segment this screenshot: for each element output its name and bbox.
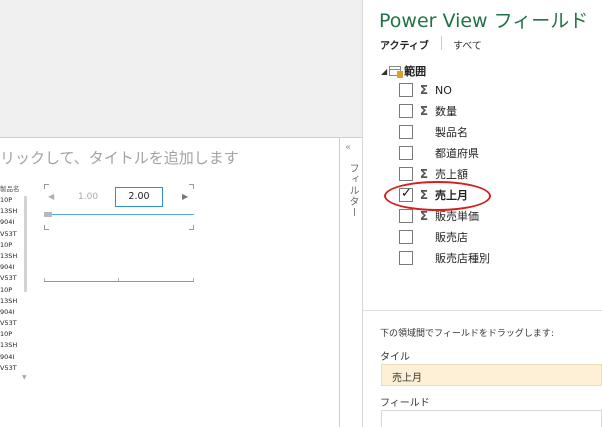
filter-pane[interactable]: « フィルター <box>340 137 362 427</box>
tile-field[interactable]: 売上月 <box>392 369 422 384</box>
drag-instruction: 下の領域間でフィールドをドラッグします: <box>380 329 554 339</box>
table-row[interactable]: 904I <box>0 262 34 273</box>
previous-value: 1.00 <box>78 192 99 202</box>
sigma-icon: Σ <box>419 209 429 223</box>
previous-arrow-icon[interactable]: ◀ <box>48 192 54 201</box>
axis-tick <box>44 278 45 281</box>
tab-active[interactable]: アクティブ <box>380 37 429 52</box>
table-row[interactable]: 13SH <box>0 296 34 307</box>
filter-label[interactable]: フィルター <box>342 163 360 218</box>
play-axis-line[interactable] <box>44 281 194 282</box>
axis-tick <box>193 278 194 281</box>
tile-area-label: タイル <box>380 352 410 363</box>
field-label: 数量 <box>435 105 457 118</box>
tab-divider <box>441 36 442 50</box>
table-row[interactable]: 13SH <box>0 251 34 262</box>
table-row[interactable]: V53T <box>0 363 34 374</box>
table-row[interactable]: 10P <box>0 195 34 206</box>
field-row[interactable]: 製品名 <box>399 122 468 142</box>
table-row[interactable]: 10P <box>0 240 34 251</box>
field-label: 売上額 <box>435 168 468 181</box>
field-row[interactable]: 販売店種別 <box>399 248 490 268</box>
table-row[interactable]: 10P <box>0 285 34 296</box>
field-checkbox[interactable] <box>399 104 413 118</box>
corner-handle[interactable] <box>44 184 49 189</box>
field-drop-area[interactable] <box>381 410 602 427</box>
sigma-icon: Σ <box>419 167 429 181</box>
field-row[interactable]: 都道府県 <box>399 143 479 163</box>
field-row[interactable]: 販売店 <box>399 227 468 247</box>
field-label: 販売店種別 <box>435 252 490 265</box>
field-checkbox[interactable] <box>399 209 413 223</box>
field-checkbox[interactable] <box>399 167 413 181</box>
report-sheet[interactable]: リックして、タイトルを追加します 製品名 10P 13SH 904I V53T 10P 1… <box>0 137 340 427</box>
table-row[interactable]: 10P <box>0 329 34 340</box>
table-row[interactable]: 13SH <box>0 340 34 351</box>
panel-divider <box>363 310 602 311</box>
table-row[interactable]: 13SH <box>0 206 34 217</box>
corner-handle[interactable] <box>44 225 49 230</box>
tile-drop-area[interactable]: 売上月 <box>381 364 602 386</box>
field-checkbox[interactable] <box>399 83 413 97</box>
next-arrow-icon[interactable]: ▶ <box>182 192 188 201</box>
highlight-ellipse <box>384 181 491 211</box>
expand-triangle-icon[interactable]: ◢ <box>381 67 387 76</box>
table-scrollbar[interactable] <box>24 196 27 292</box>
table-icon <box>389 66 404 78</box>
timeline-slicer[interactable]: ◀ 1.00 2.00 ▶ <box>44 184 194 284</box>
field-row[interactable]: Σ NO <box>399 80 452 100</box>
table-header: 製品名 <box>0 185 20 193</box>
field-list-panel: Power View フィールド アクティブ すべて ◢ 範囲 Σ NO Σ 数量製品… <box>363 0 602 427</box>
field-checkbox[interactable] <box>399 230 413 244</box>
field-label: 製品名 <box>435 126 468 139</box>
panel-title: Power View フィールド <box>379 10 589 32</box>
field-checkbox[interactable] <box>399 146 413 160</box>
field-label: 販売店 <box>435 231 468 244</box>
table-row[interactable]: V53T <box>0 229 34 240</box>
table-node-range[interactable]: ◢ 範囲 <box>381 64 426 78</box>
tab-all[interactable]: すべて <box>453 37 482 52</box>
field-label: 都道府県 <box>435 147 479 160</box>
corner-handle[interactable] <box>189 225 194 230</box>
axis-tick <box>118 278 119 281</box>
sigma-icon: Σ <box>419 83 429 97</box>
title-placeholder[interactable]: リックして、タイトルを追加します <box>0 147 239 168</box>
field-area-label: フィールド <box>380 398 430 409</box>
table-row[interactable]: 904I <box>0 217 34 228</box>
collapse-chevron-icon[interactable]: « <box>345 142 351 153</box>
product-table[interactable]: 製品名 10P 13SH 904I V53T 10P 13SH 904I V53T 10P 13S… <box>0 184 34 374</box>
table-row[interactable]: V53T <box>0 273 34 284</box>
timeline-track[interactable] <box>44 214 194 215</box>
field-checkbox[interactable] <box>399 125 413 139</box>
field-row[interactable]: Σ 数量 <box>399 101 457 121</box>
timeline-handle[interactable] <box>44 212 52 217</box>
power-view-window: リックして、タイトルを追加します 製品名 10P 13SH 904I V53T 10P 1… <box>0 0 602 427</box>
table-row[interactable]: 904I <box>0 352 34 363</box>
scroll-down-icon[interactable]: ▼ <box>22 374 27 381</box>
field-label: NO <box>435 83 452 97</box>
table-row[interactable]: 904I <box>0 307 34 318</box>
current-value[interactable]: 2.00 <box>115 187 163 207</box>
table-name: 範囲 <box>404 65 427 78</box>
corner-handle[interactable] <box>189 184 194 189</box>
canvas-background <box>0 0 362 137</box>
table-row[interactable]: V53T <box>0 318 34 329</box>
sigma-icon: Σ <box>419 104 429 118</box>
field-checkbox[interactable] <box>399 251 413 265</box>
